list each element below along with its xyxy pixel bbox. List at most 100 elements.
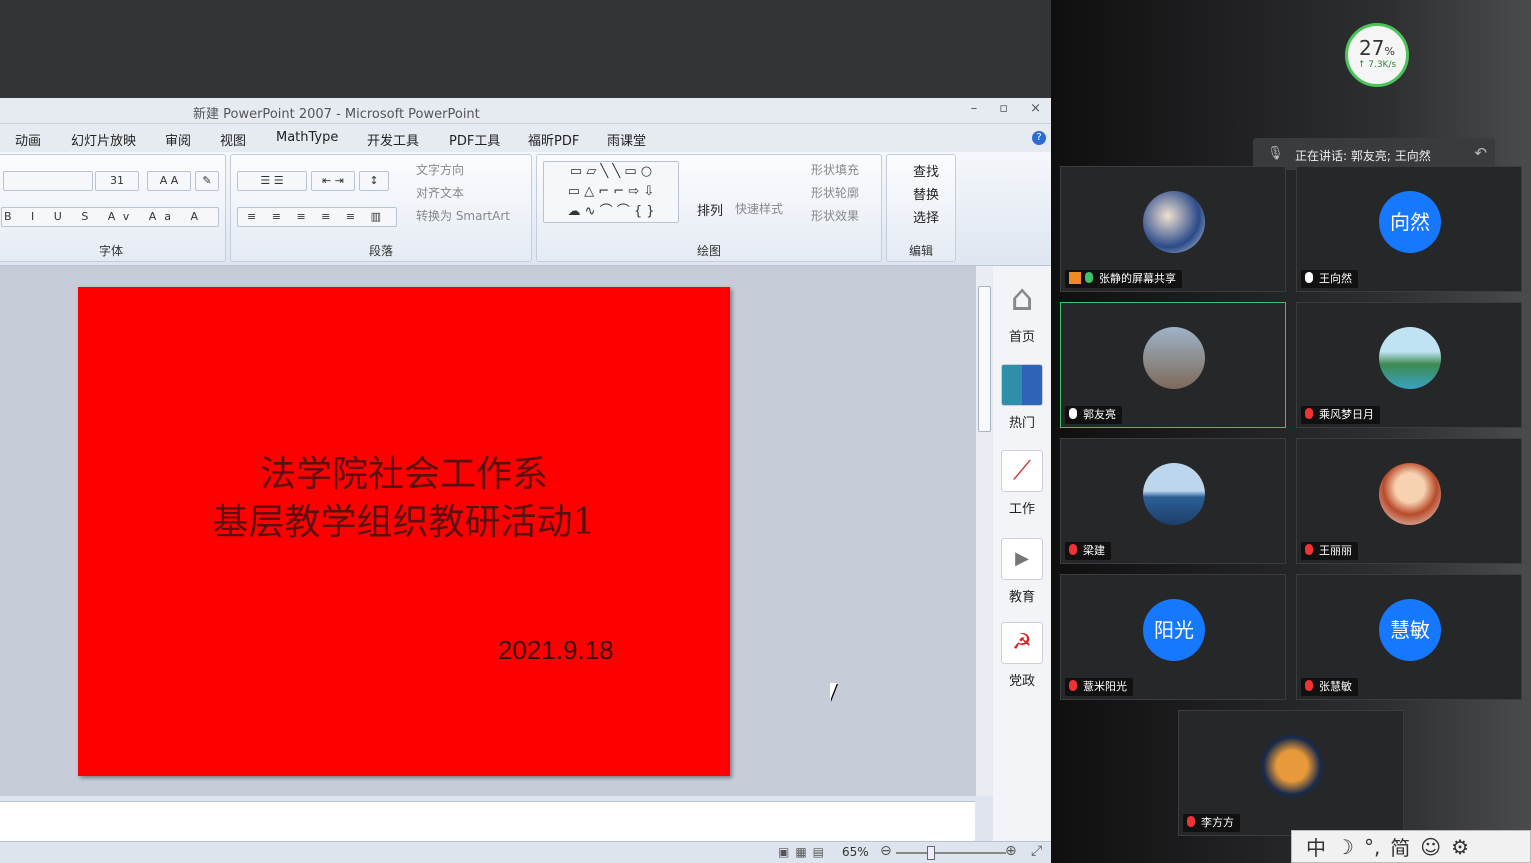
speaking-text: 正在讲话: 郭友亮; 王向然 <box>1295 149 1431 163</box>
tab-rain-classroom[interactable]: 雨课堂 <box>607 130 646 149</box>
vertical-scrollbar[interactable] <box>975 266 993 796</box>
ribbon-tabs: 动画 幻灯片放映 审阅 视图 MathType 开发工具 PDF工具 福昕PDF… <box>0 124 1051 152</box>
indent-buttons[interactable]: ⇤ ⇥ <box>311 171 355 191</box>
mouse-cursor-icon <box>830 683 837 701</box>
replace-button[interactable]: 替换 <box>913 184 939 203</box>
avatar <box>1143 463 1205 525</box>
participant-tile[interactable]: 乘风梦日月 <box>1296 302 1522 428</box>
punctuation-icon[interactable]: °, <box>1364 835 1380 859</box>
view-buttons[interactable]: ▣▦▤ <box>778 845 830 859</box>
participant-name: 王向然 <box>1319 272 1352 285</box>
network-speed: ↑ 7.3K/s <box>1357 60 1397 70</box>
clear-format-button[interactable]: ✎ <box>195 171 219 191</box>
font-size-dropdown[interactable]: 31 <box>95 171 139 191</box>
maximize-icon[interactable]: ▫ <box>999 101 1008 116</box>
participant-name: 乘风梦日月 <box>1319 408 1374 421</box>
slide[interactable]: 法学院社会工作系 基层教学组织教研活动1 2021.9.18 <box>78 287 730 776</box>
grid-icon <box>1001 364 1043 406</box>
emoji-icon[interactable]: ☺ <box>1420 835 1441 859</box>
notes-pane[interactable] <box>0 801 975 841</box>
avatar <box>1379 327 1441 389</box>
network-status-widget[interactable]: 27% ↑ 7.3K/s <box>1345 23 1409 87</box>
align-buttons[interactable]: ≡ ≡ ≡ ≡ ≡ ▥ <box>237 207 397 227</box>
avatar <box>1143 191 1205 253</box>
participant-tile-active-speaker[interactable]: 郭友亮 <box>1060 302 1286 428</box>
shape-effects-button[interactable]: 形状效果 <box>811 207 859 224</box>
participant-name: 薏米阳光 <box>1083 680 1127 693</box>
participant-tile[interactable]: 王丽丽 <box>1296 438 1522 564</box>
tab-view[interactable]: 视图 <box>220 130 246 149</box>
slide-title-line-1: 法学院社会工作系 <box>259 454 548 495</box>
ime-chinese-mode[interactable]: 中 <box>1306 832 1326 861</box>
microphone-muted-icon <box>1187 816 1195 827</box>
microphone-icon: 🎙 <box>1267 146 1284 161</box>
slide-title-line-2: 基层教学组织教研活动1 <box>212 502 596 543</box>
font-grow-shrink-button[interactable]: A A <box>147 171 191 191</box>
ime-toolbar: 中 ☽ °, 简 ☺ ⚙ <box>1291 830 1531 863</box>
arrange-button[interactable]: 排列 <box>697 200 723 219</box>
participant-tile[interactable]: 阳光 薏米阳光 <box>1060 574 1286 700</box>
participant-tile[interactable]: 梁建 <box>1060 438 1286 564</box>
participant-tile[interactable]: 向然 王向然 <box>1296 166 1522 292</box>
line-spacing-button[interactable]: ↕ <box>359 171 389 191</box>
side-item-work[interactable]: ⟋ 工作 <box>993 450 1051 517</box>
side-item-hot[interactable]: 热门 <box>993 364 1051 431</box>
find-button[interactable]: 查找 <box>913 161 939 180</box>
drawing-group-label: 绘图 <box>696 244 721 258</box>
participant-tile[interactable]: 李方方 <box>1178 710 1404 836</box>
font-group: 31 A A ✎ B I U S Av Aa A 字体 <box>0 154 226 262</box>
participant-tile[interactable]: 慧敏 张慧敏 <box>1296 574 1522 700</box>
shape-fill-button[interactable]: 形状填充 <box>811 161 859 178</box>
zoom-slider-thumb[interactable] <box>927 846 935 860</box>
microphone-muted-icon <box>1069 680 1077 691</box>
select-button[interactable]: 选择 <box>913 207 939 226</box>
participant-name: 王丽丽 <box>1319 544 1352 557</box>
font-name-dropdown[interactable] <box>3 171 93 191</box>
microphone-muted-icon <box>1305 680 1313 691</box>
moon-icon[interactable]: ☽ <box>1336 835 1354 859</box>
fit-window-icon[interactable]: ⤢ <box>1031 843 1042 859</box>
side-item-education[interactable]: ▶ 教育 <box>993 538 1051 605</box>
paragraph-group: ☰ ☰ ⇤ ⇥ ↕ 文字方向 对齐文本 转换为 SmartArt ≡ ≡ ≡ ≡… <box>230 154 532 262</box>
slide-editing-area: 法学院社会工作系 基层教学组织教研活动1 2021.9.18 <box>0 266 975 796</box>
edit-group: 查找 替换 选择 编辑 <box>886 154 956 262</box>
zoom-in-icon[interactable]: ⊕ <box>1005 843 1017 859</box>
ribbon: 31 A A ✎ B I U S Av Aa A 字体 ☰ ☰ ⇤ ⇥ ↕ 文字… <box>0 152 1051 266</box>
text-direction-button[interactable]: 文字方向 <box>416 161 464 178</box>
align-text-button[interactable]: 对齐文本 <box>416 184 464 201</box>
side-item-home[interactable]: ⌂ 首页 <box>993 278 1051 345</box>
microphone-on-icon <box>1069 408 1077 419</box>
avatar: 向然 <box>1379 191 1441 253</box>
quick-styles-button[interactable]: 快速样式 <box>735 200 783 217</box>
collapse-arrow-icon[interactable]: ↶ <box>1474 144 1487 162</box>
help-icon[interactable]: ? <box>1032 131 1046 145</box>
font-style-buttons[interactable]: B I U S Av Aa A <box>1 207 219 227</box>
zoom-slider[interactable] <box>896 852 1006 854</box>
screen-share-icon <box>1069 272 1081 284</box>
shapes-gallery[interactable]: ▭ ▱ ╲ ╲ ▭ ○ ▭ △ ⌐ ⌐ ⇨ ⇩ ☁ ∿ ⌒ ⌒ { } <box>543 161 679 223</box>
drawing-group: ▭ ▱ ╲ ╲ ▭ ○ ▭ △ ⌐ ⌐ ⇨ ⇩ ☁ ∿ ⌒ ⌒ { } 排列 快速样… <box>536 154 882 262</box>
side-item-party[interactable]: ☭ 党政 <box>993 622 1051 689</box>
tab-slideshow[interactable]: 幻灯片放映 <box>71 130 136 149</box>
gear-icon[interactable]: ⚙ <box>1451 835 1469 859</box>
scrollbar-thumb[interactable] <box>978 286 991 432</box>
tab-foxit-pdf[interactable]: 福昕PDF <box>528 130 579 149</box>
title-bar: 新建 PowerPoint 2007 - Microsoft PowerPoin… <box>0 98 1051 124</box>
tab-developer[interactable]: 开发工具 <box>367 130 419 149</box>
smartart-button[interactable]: 转换为 SmartArt <box>416 207 510 224</box>
tab-review[interactable]: 审阅 <box>165 130 191 149</box>
tab-pdf-tools[interactable]: PDF工具 <box>449 130 500 149</box>
minimize-icon[interactable]: – <box>971 101 978 116</box>
tab-animation[interactable]: 动画 <box>15 130 41 149</box>
avatar: 慧敏 <box>1379 599 1441 661</box>
zoom-level: 65% <box>842 845 869 859</box>
zoom-out-icon[interactable]: ⊖ <box>880 843 892 859</box>
tab-mathtype[interactable]: MathType <box>276 130 338 145</box>
participant-tile[interactable]: 张静的屏幕共享 <box>1060 166 1286 292</box>
ime-simplified[interactable]: 简 <box>1390 832 1410 861</box>
close-icon[interactable]: × <box>1030 101 1041 116</box>
bullets-button[interactable]: ☰ ☰ <box>237 171 307 191</box>
shape-outline-button[interactable]: 形状轮廓 <box>811 184 859 201</box>
avatar <box>1143 327 1205 389</box>
house-icon: ⌂ <box>1010 278 1034 319</box>
